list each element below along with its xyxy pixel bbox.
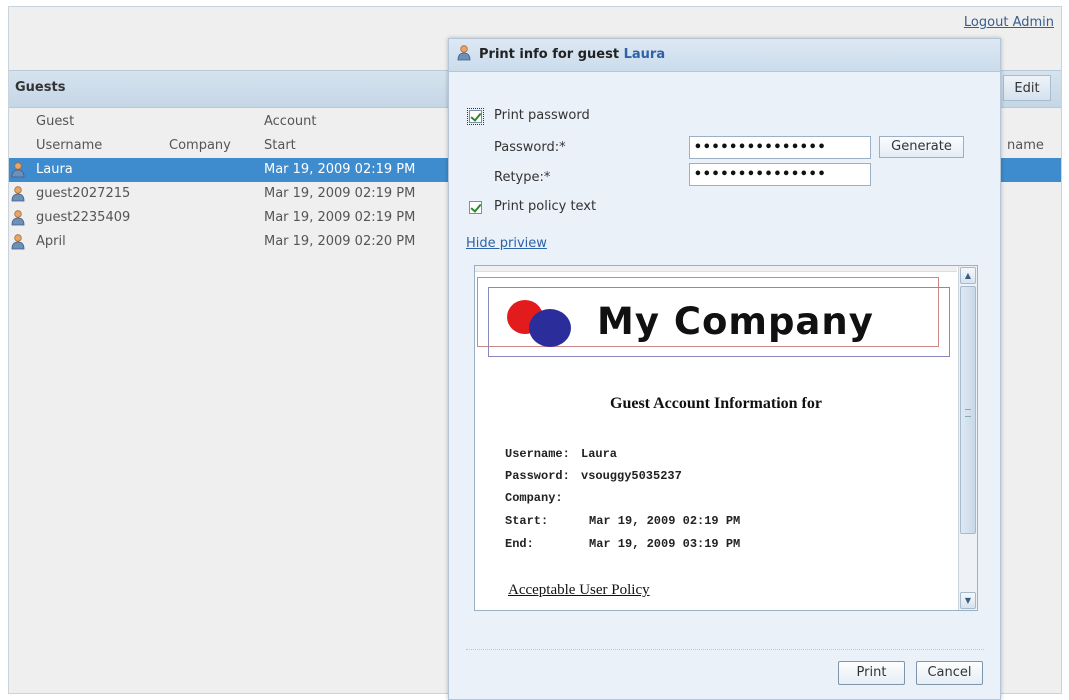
user-icon xyxy=(11,234,25,254)
cell-username: guest2235409 xyxy=(36,210,131,225)
group-header-account: Account xyxy=(264,114,317,129)
group-header-guest: Guest xyxy=(36,114,75,129)
hide-preview-link[interactable]: Hide priview xyxy=(466,236,547,251)
company-logo-text: My Company xyxy=(597,300,874,343)
dialog-separator xyxy=(466,649,984,650)
column-header-start[interactable]: Start xyxy=(264,138,296,153)
scroll-thumb[interactable] xyxy=(960,286,976,534)
preview-label-password: Password: xyxy=(505,469,570,483)
password-field[interactable]: ••••••••••••••• xyxy=(689,136,871,159)
preview-label-company: Company: xyxy=(505,491,563,505)
preview-value-username: Laura xyxy=(581,447,618,461)
preview-scrollbar[interactable]: ▲ ▼ xyxy=(958,266,977,610)
user-icon xyxy=(11,186,25,206)
cell-start: Mar 19, 2009 02:20 PM xyxy=(264,234,416,249)
print-policy-label: Print policy text xyxy=(494,199,597,214)
print-info-dialog: Print info for guest Laura Print passwor… xyxy=(448,38,1001,700)
column-header-username[interactable]: Username xyxy=(36,138,102,153)
print-policy-checkbox[interactable] xyxy=(469,201,482,214)
print-button[interactable]: Print xyxy=(838,661,905,685)
cell-username: Laura xyxy=(36,162,73,177)
cell-start: Mar 19, 2009 02:19 PM xyxy=(264,162,416,177)
scroll-up-icon[interactable]: ▲ xyxy=(960,267,976,284)
cancel-button[interactable]: Cancel xyxy=(916,661,983,685)
preview-label-username: Username: xyxy=(505,447,570,461)
dialog-title-bar[interactable]: Print info for guest Laura xyxy=(449,39,1000,72)
preview-value-end: Mar 19, 2009 03:19 PM xyxy=(589,537,741,551)
preview-heading: Guest Account Information for xyxy=(610,395,822,412)
logout-link[interactable]: Logout Admin xyxy=(964,15,1054,30)
column-header-name[interactable]: name xyxy=(1007,138,1044,153)
cell-start: Mar 19, 2009 02:19 PM xyxy=(264,210,416,225)
edit-button[interactable]: Edit xyxy=(1003,75,1051,101)
generate-button[interactable]: Generate xyxy=(879,136,964,158)
guests-title: Guests xyxy=(15,80,66,95)
user-icon xyxy=(11,210,25,230)
cell-username: guest2027215 xyxy=(36,186,131,201)
preview-label-start: Start: xyxy=(505,514,549,528)
user-icon xyxy=(11,162,25,182)
cell-username: April xyxy=(36,234,66,249)
password-label: Password:* xyxy=(494,140,566,155)
preview-value-password: vsouggy5035237 xyxy=(581,469,682,483)
checkmark-icon xyxy=(470,110,482,122)
print-password-checkbox[interactable] xyxy=(467,108,484,125)
logo-blue-circle xyxy=(529,309,571,347)
user-icon xyxy=(457,45,471,65)
checkmark-icon xyxy=(470,201,482,213)
print-preview[interactable]: My Company Guest Account Information for… xyxy=(474,265,978,611)
scroll-down-icon[interactable]: ▼ xyxy=(960,592,976,609)
preview-value-start: Mar 19, 2009 02:19 PM xyxy=(589,514,741,528)
dialog-title-prefix: Print info for guest xyxy=(479,47,620,62)
dialog-title: Print info for guest Laura xyxy=(479,47,665,62)
retype-field[interactable]: ••••••••••••••• xyxy=(689,163,871,186)
grip-icon xyxy=(965,409,971,417)
preview-label-end: End: xyxy=(505,537,534,551)
retype-label: Retype:* xyxy=(494,170,551,185)
print-password-label: Print password xyxy=(494,108,590,123)
cell-start: Mar 19, 2009 02:19 PM xyxy=(264,186,416,201)
dialog-guest-name: Laura xyxy=(623,47,666,62)
column-header-company[interactable]: Company xyxy=(169,138,231,153)
preview-top-strip xyxy=(475,266,957,272)
preview-policy-title: Acceptable User Policy xyxy=(508,582,650,598)
